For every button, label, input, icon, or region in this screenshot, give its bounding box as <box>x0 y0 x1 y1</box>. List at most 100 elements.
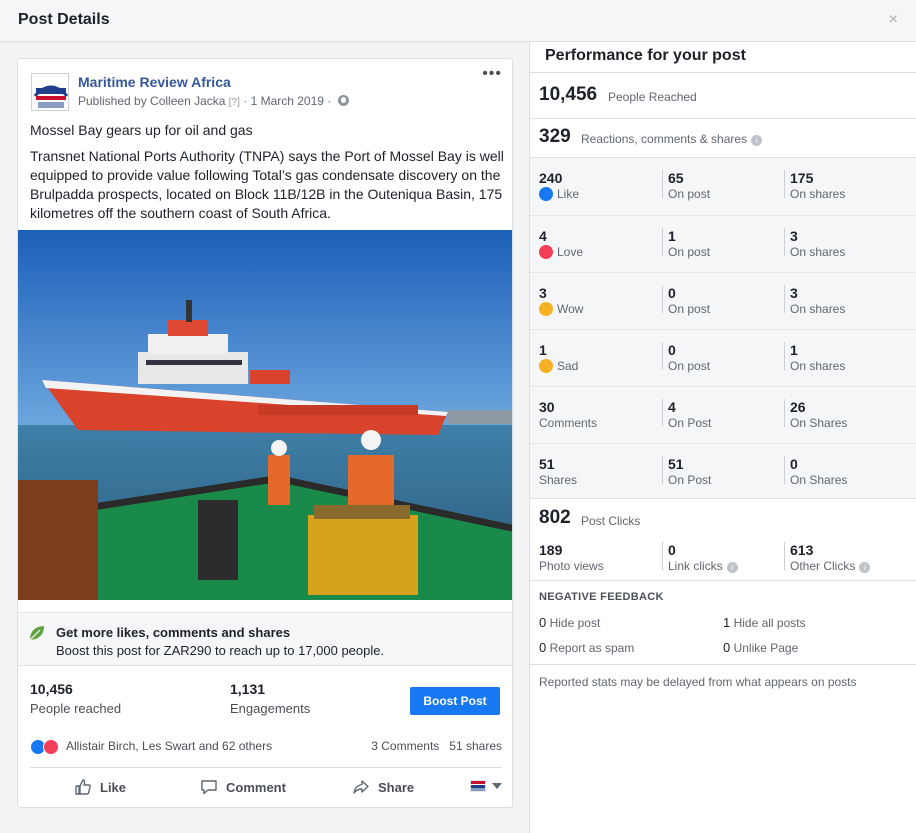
page-logo-icon <box>32 74 68 110</box>
comments-count-link[interactable]: 3 Comments <box>371 739 439 753</box>
like-total: 240 <box>539 170 563 186</box>
page-name-link[interactable]: Maritime Review Africa <box>78 74 231 90</box>
published-by: Published by Colleen Jacka <box>78 94 226 108</box>
shares-on-post: 51 <box>668 456 684 472</box>
promo-title: Get more likes, comments and shares <box>56 625 291 640</box>
page-avatar[interactable] <box>31 73 69 111</box>
info-icon[interactable]: i <box>859 562 871 573</box>
comment-button[interactable]: Comment <box>200 778 286 796</box>
post-preview-pane: Maritime Review Africa Published by Coll… <box>0 42 529 833</box>
reaction-breakdown: 240 Like 65 On post 175 On shares 4 Love 1 On… <box>530 157 916 499</box>
on-shares-label: On Shares <box>790 473 848 487</box>
link-clicks-label: Link clicks <box>668 559 723 573</box>
comments-on-post: 4 <box>668 399 676 415</box>
sad-on-post: 0 <box>668 342 676 358</box>
post-title: Mossel Bay gears up for oil and gas <box>30 122 253 138</box>
action-bar: Like Comment Share <box>30 767 502 807</box>
dialog-title: Post Details <box>18 11 110 28</box>
people-reached-value: 10,456 <box>30 681 73 697</box>
on-shares-label: On Shares <box>790 416 848 430</box>
post-options-button[interactable]: ••• <box>482 65 502 83</box>
close-button[interactable]: × <box>889 11 898 29</box>
on-shares-label: On shares <box>790 245 846 259</box>
divider <box>662 342 663 370</box>
like-icon <box>539 187 553 201</box>
hide-all-stat: 1 Hide all posts <box>723 615 806 630</box>
promo-text: Boost this post for ZAR290 to reach up t… <box>56 643 385 658</box>
divider <box>662 542 663 570</box>
people-reached-label: People reached <box>30 701 122 716</box>
flag-icon <box>470 780 486 792</box>
post-photo[interactable] <box>18 230 512 600</box>
engagement-counts: 3 Comments 51 shares <box>371 739 502 753</box>
wow-icon <box>539 302 553 316</box>
on-post-label: On post <box>668 187 711 201</box>
on-post-label: On Post <box>668 416 712 430</box>
spam-stat: 0 Report as spam <box>539 640 634 655</box>
share-button[interactable]: Share <box>352 778 414 796</box>
divider <box>662 285 663 313</box>
post-card: Maritime Review Africa Published by Coll… <box>17 58 513 808</box>
people-reached-total-label: People Reached <box>608 90 697 104</box>
post-date[interactable]: · 1 March 2019 · <box>243 94 331 108</box>
divider <box>530 664 916 665</box>
dialog-header: Post Details × <box>0 0 916 42</box>
shares-on-shares: 0 <box>790 456 798 472</box>
info-icon[interactable]: i <box>726 562 738 573</box>
boost-post-button[interactable]: Boost Post <box>410 687 500 715</box>
engagement-total: 329 <box>539 126 571 147</box>
comments-on-shares: 26 <box>790 399 806 415</box>
unlike-label: Unlike Page <box>733 641 799 655</box>
hide-post-stat: 0 Hide post <box>539 615 600 630</box>
post-body: Transnet National Ports Authority (TNPA)… <box>30 148 504 221</box>
on-shares-label: On shares <box>790 359 846 373</box>
hide-post-value: 0 <box>539 615 547 630</box>
engagement-total-label: Reactions, comments & shares i <box>581 132 763 146</box>
hide-post-label: Hide post <box>549 616 601 630</box>
divider <box>784 399 785 427</box>
like-label: Like <box>100 779 127 795</box>
like-button[interactable]: Like <box>74 778 126 796</box>
reaction-row-love: 4 Love 1 On post 3 On shares <box>530 215 916 272</box>
help-marker[interactable]: [?] <box>229 97 240 108</box>
ship-photo-illustration <box>18 230 512 600</box>
wow-on-shares: 3 <box>790 285 798 301</box>
divider <box>530 580 916 581</box>
other-clicks-label: Other Clicks <box>790 559 856 573</box>
audience-selector[interactable] <box>470 780 502 792</box>
comment-label: Comment <box>226 779 286 795</box>
engagement-total-text: Reactions, comments & shares <box>581 132 748 146</box>
divider <box>530 72 916 73</box>
post-meta: Published by Colleen Jacka [?] · 1 March… <box>78 94 349 108</box>
reaction-row-shares: 51 Shares 51 On Post 0 On Shares <box>530 443 916 500</box>
divider <box>662 456 663 484</box>
post-clicks-label: Post Clicks <box>581 514 641 528</box>
share-label: Share <box>378 779 415 795</box>
thumb-icon <box>75 779 91 795</box>
love-row-label: Love <box>557 245 584 259</box>
info-icon[interactable]: i <box>751 135 763 146</box>
performance-pane: Performance for your post 10,456 People … <box>529 42 916 833</box>
divider <box>784 342 785 370</box>
comments-row-label: Comments <box>539 416 598 430</box>
reactions-summary: Allistair Birch, Les Swart and 62 others… <box>18 729 512 767</box>
like-row-label: Like <box>557 187 580 201</box>
love-icon <box>43 739 59 755</box>
comment-icon <box>201 780 217 795</box>
on-post-label: On Post <box>668 473 712 487</box>
unlike-value: 0 <box>723 640 731 655</box>
shares-count-link[interactable]: 51 shares <box>449 739 502 753</box>
performance-title: Performance for your post <box>545 47 746 64</box>
shares-total: 51 <box>539 456 555 472</box>
like-on-shares: 175 <box>790 170 814 186</box>
reactors-link[interactable]: Allistair Birch, Les Swart and 62 others <box>66 739 272 753</box>
sad-on-shares: 1 <box>790 342 798 358</box>
wow-row-label: Wow <box>557 302 584 316</box>
love-on-shares: 3 <box>790 228 798 244</box>
on-shares-label: On shares <box>790 302 846 316</box>
on-post-label: On post <box>668 359 711 373</box>
comments-total: 30 <box>539 399 555 415</box>
wow-total: 3 <box>539 285 547 301</box>
hide-all-value: 1 <box>723 615 731 630</box>
like-on-post: 65 <box>668 170 684 186</box>
